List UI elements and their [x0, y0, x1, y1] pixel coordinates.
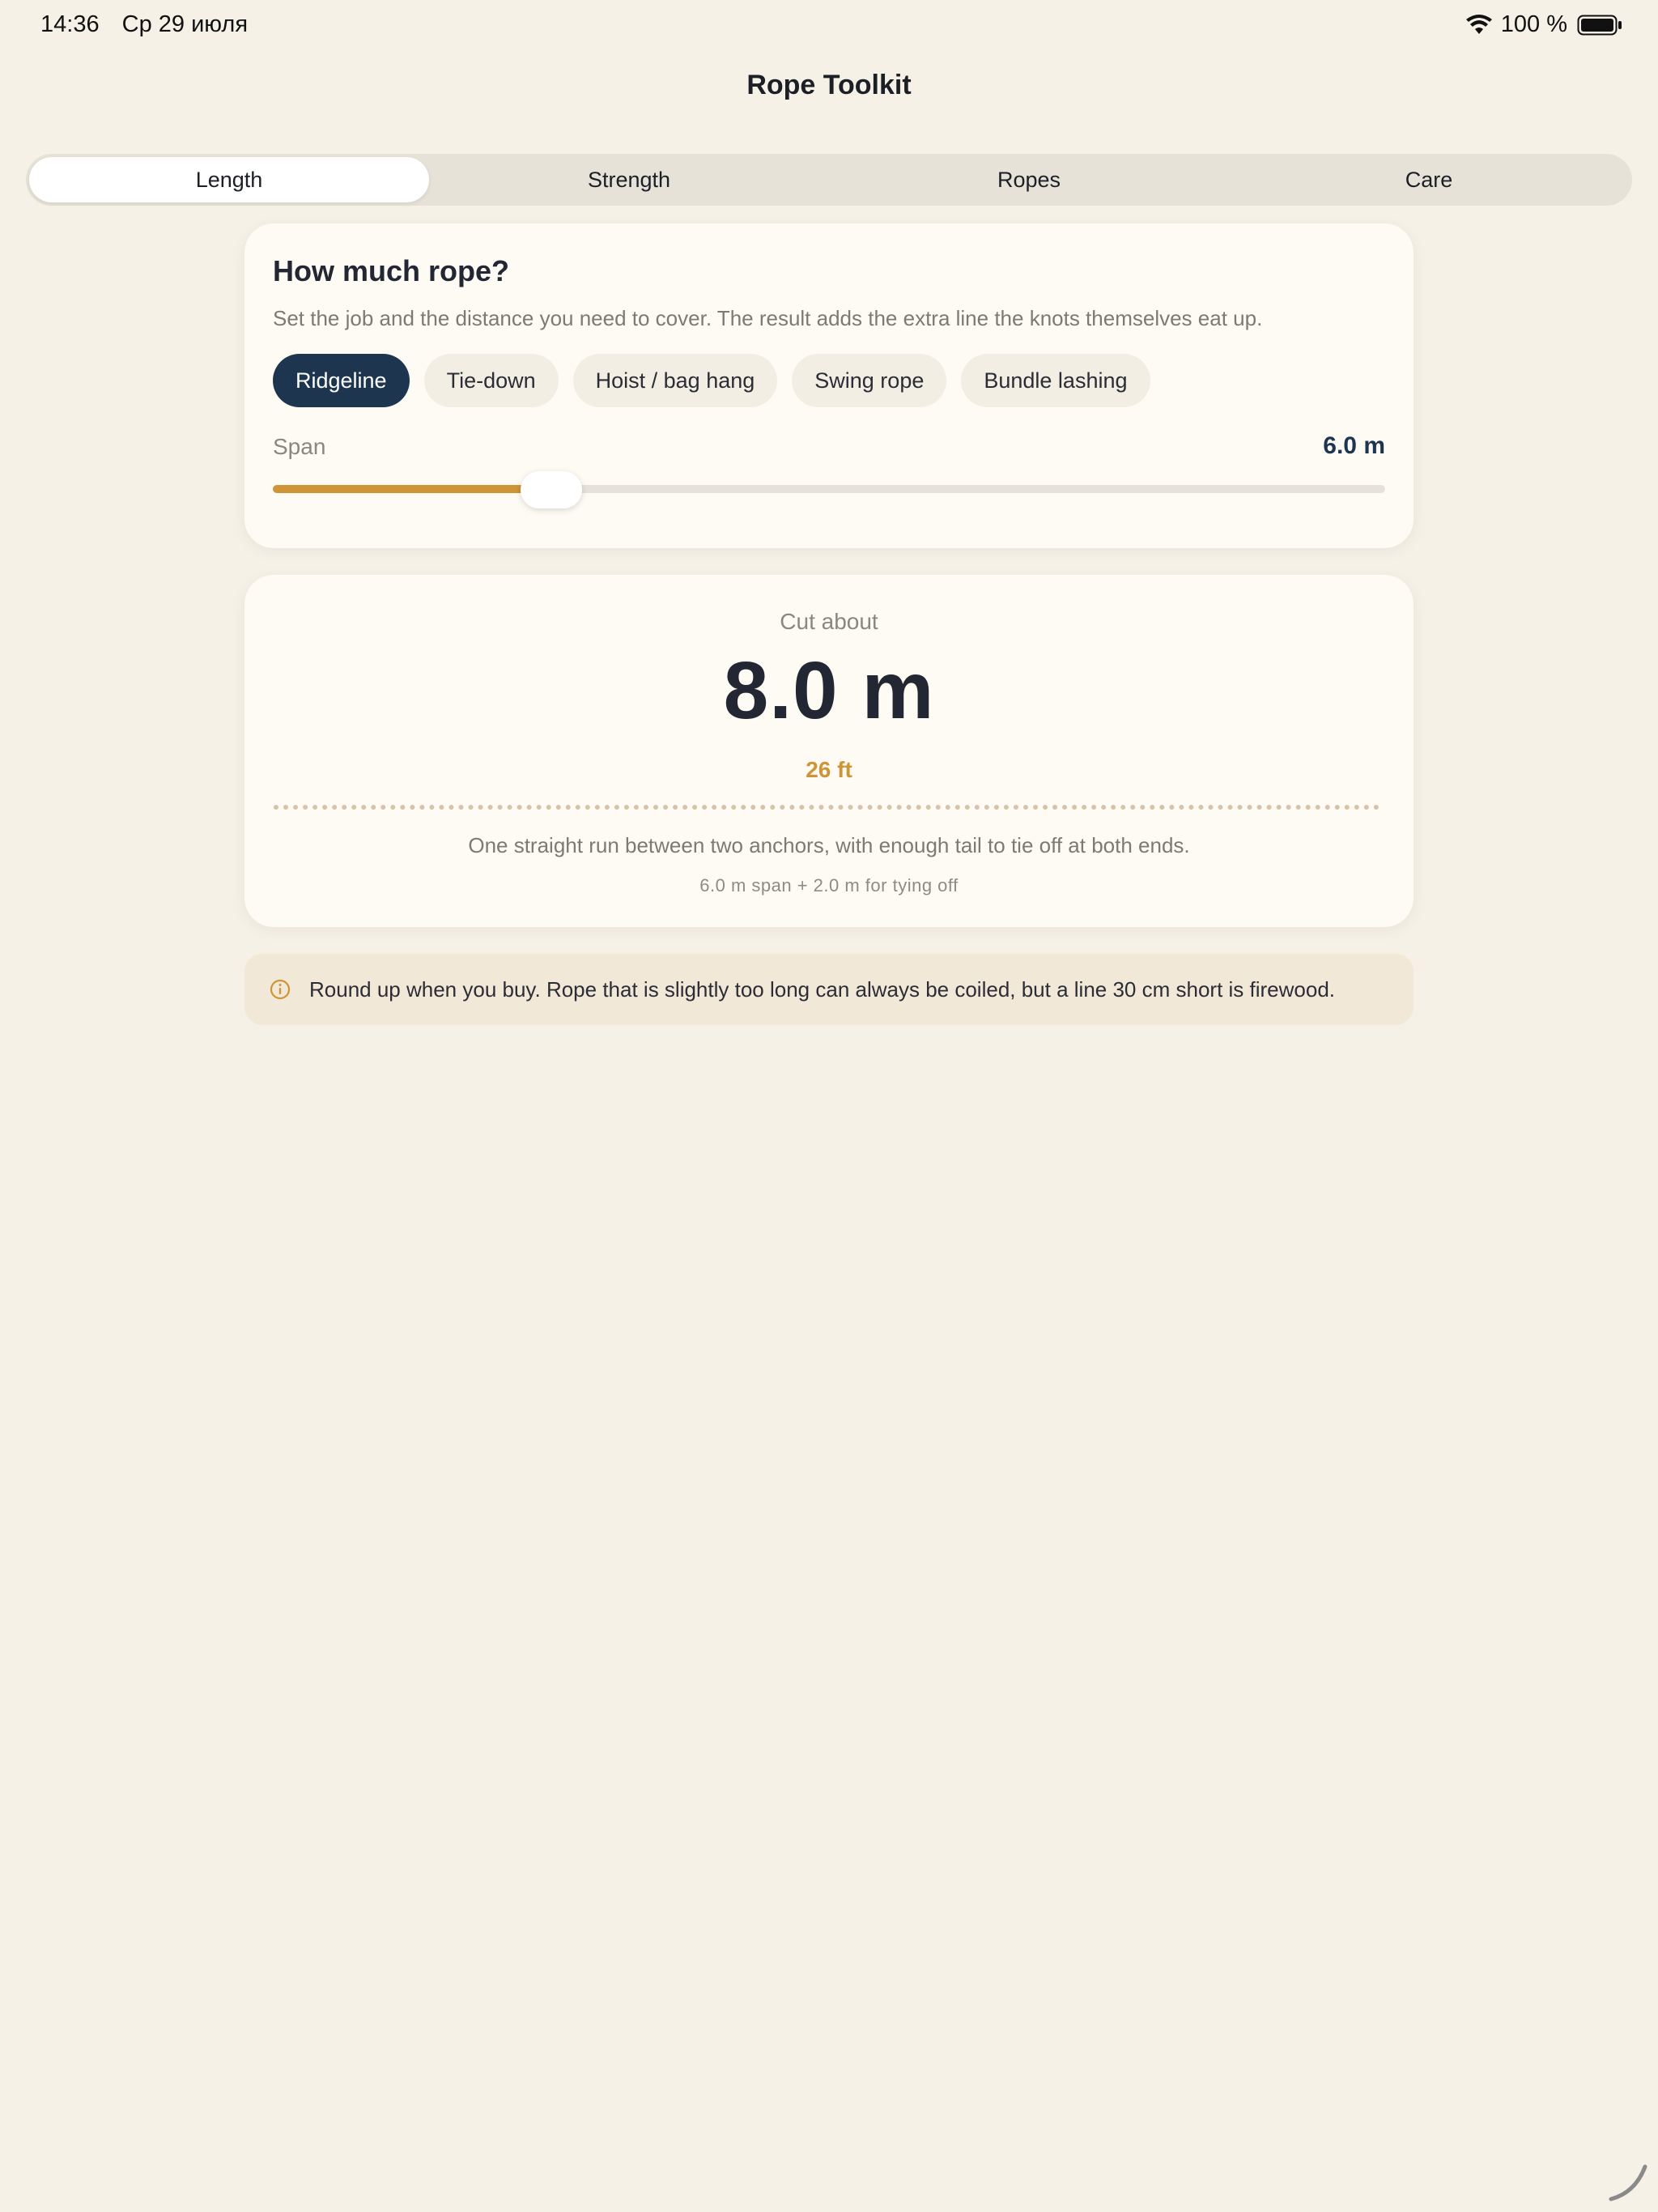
slider-fill	[273, 485, 552, 493]
page-title: Rope Toolkit	[746, 70, 912, 100]
chip-tie-down[interactable]: Tie-down	[423, 354, 559, 407]
span-label: Span	[273, 434, 326, 459]
scroll-corner-icon	[1609, 2164, 1647, 2201]
status-date: Ср 29 июля	[121, 11, 249, 37]
chip-hoist-bag-hang[interactable]: Hoist / bag hang	[572, 354, 778, 407]
tab-strength[interactable]: Strength	[429, 157, 829, 202]
card-description: Set the job and the distance you need to…	[273, 306, 1263, 330]
tip-banner: Round up when you buy. Rope that is slig…	[244, 954, 1414, 1025]
chip-ridgeline[interactable]: Ridgeline	[273, 354, 410, 407]
card-title: How much rope?	[273, 254, 510, 287]
result-formula: 6.0 m span + 2.0 m for tying off	[699, 875, 959, 895]
battery-icon	[1577, 15, 1622, 35]
tab-length[interactable]: Length	[29, 157, 429, 202]
job-chips: Ridgeline Tie-down Hoist / bag hang Swin…	[273, 354, 1165, 407]
wifi-icon	[1465, 14, 1492, 34]
result-length: 8.0 m	[723, 645, 935, 736]
span-slider[interactable]	[273, 471, 1385, 508]
result-label: Cut about	[780, 609, 878, 634]
page: 14:36 Ср 29 июля 100 % Rope Toolkit Leng…	[0, 0, 1658, 2212]
status-bar: 14:36 Ср 29 июля 100 %	[0, 0, 1658, 52]
tab-ropes[interactable]: Ropes	[829, 157, 1229, 202]
result-length-feet: 26 ft	[806, 757, 852, 782]
tab-care[interactable]: Care	[1229, 157, 1629, 202]
status-time-date: 14:36 Ср 29 июля	[40, 11, 248, 38]
slider-thumb[interactable]	[521, 471, 583, 508]
dotted-divider	[274, 805, 1380, 810]
battery-percent: 100 %	[1500, 11, 1567, 37]
info-icon	[270, 979, 291, 1000]
tab-bar: Length Strength Ropes Care	[26, 154, 1632, 206]
status-indicators: 100 %	[1465, 11, 1622, 38]
chip-bundle-lashing[interactable]: Bundle lashing	[961, 354, 1150, 407]
span-value: 6.0 m	[1323, 432, 1385, 459]
result-description: One straight run between two anchors, wi…	[468, 833, 1190, 857]
tip-text: Round up when you buy. Rope that is slig…	[309, 976, 1336, 1002]
chip-swing-rope[interactable]: Swing rope	[792, 354, 947, 407]
status-time: 14:36	[40, 11, 100, 37]
